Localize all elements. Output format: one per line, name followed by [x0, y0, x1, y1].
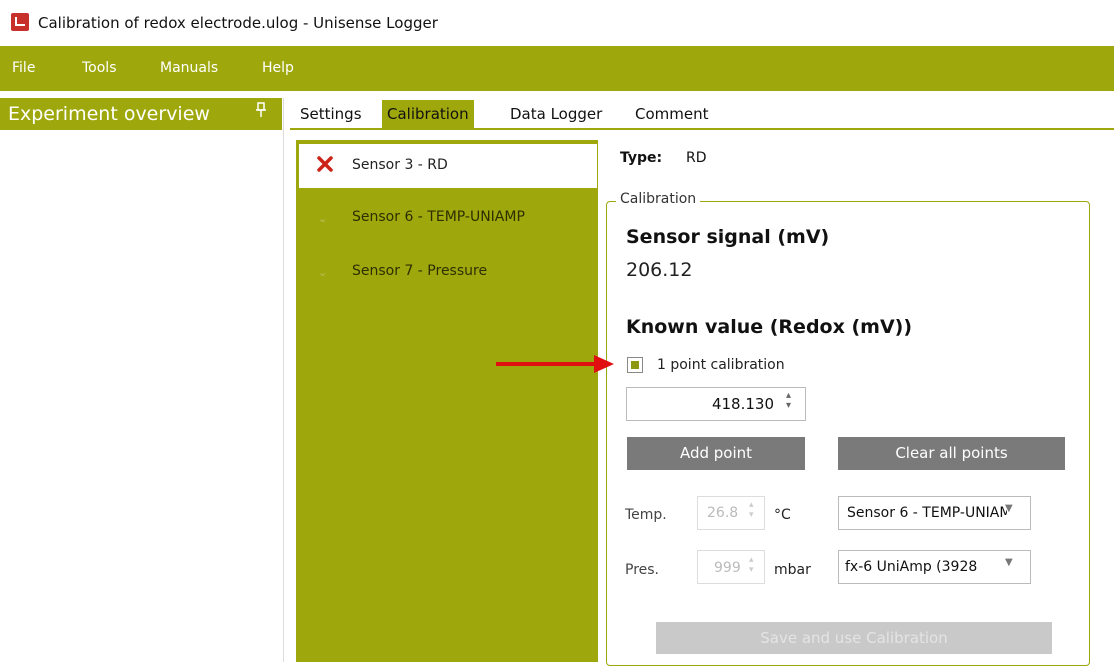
arrow-head-icon	[594, 355, 614, 373]
save-calibration-button[interactable]: Save and use Calibration	[656, 622, 1052, 654]
pres-sensor-value: fx-6 UniAmp (3928	[845, 559, 978, 575]
known-value-text: 418.130	[711, 395, 774, 413]
clear-all-points-button[interactable]: Clear all points	[838, 437, 1065, 470]
temp-label: Temp.	[625, 507, 667, 523]
chevron-down-icon: ⌄	[318, 266, 328, 279]
temp-value: 26.8	[707, 505, 739, 521]
add-point-button[interactable]: Add point	[627, 437, 805, 470]
sensor-signal-value: 206.12	[626, 259, 693, 281]
one-point-calibration-label: 1 point calibration	[657, 357, 785, 373]
sensor-signal-title: Sensor signal (mV)	[626, 226, 830, 248]
type-label: Type:	[620, 150, 663, 166]
known-value-title: Known value (Redox (mV))	[626, 316, 913, 338]
x-icon	[316, 155, 334, 176]
menu-help[interactable]: Help	[262, 60, 294, 76]
annotation-arrow	[496, 362, 596, 366]
menu-file[interactable]: File	[12, 60, 35, 76]
tab-comment[interactable]: Comment	[630, 100, 714, 128]
app-logo-icon	[11, 13, 29, 31]
spinner-icon[interactable]: ▴ ▾	[749, 500, 754, 520]
tab-underline	[290, 128, 1114, 130]
temp-unit: °C	[774, 507, 791, 523]
calibration-group-title: Calibration	[616, 191, 701, 207]
one-point-calibration-checkbox[interactable]	[627, 357, 643, 373]
window-title: Calibration of redox electrode.ulog - Un…	[38, 14, 438, 32]
pin-icon[interactable]	[255, 102, 267, 122]
sensor-item-selected[interactable]	[299, 144, 597, 188]
tab-calibration[interactable]: Calibration	[382, 100, 474, 128]
menu-manuals[interactable]: Manuals	[160, 60, 218, 76]
pres-unit: mbar	[774, 562, 811, 578]
sensor-item-label: Sensor 3 - RD	[352, 157, 448, 173]
spinner-icon[interactable]: ▴ ▾	[749, 555, 754, 575]
type-value: RD	[686, 150, 707, 166]
pres-label: Pres.	[625, 562, 660, 578]
dropdown-arrow-icon[interactable]: ▼	[1005, 503, 1013, 514]
tab-data-logger[interactable]: Data Logger	[505, 100, 607, 128]
sensor-item-label[interactable]: Sensor 7 - Pressure	[352, 263, 487, 279]
pres-value: 999	[714, 560, 741, 576]
sensor-item-label[interactable]: Sensor 6 - TEMP-UNIAMP	[352, 209, 525, 225]
experiment-overview-panel	[0, 98, 284, 662]
menu-tools[interactable]: Tools	[82, 60, 117, 76]
temp-sensor-value: Sensor 6 - TEMP-UNIAMP	[847, 505, 1007, 521]
chevron-down-icon: ⌄	[318, 212, 328, 225]
experiment-overview-title: Experiment overview	[8, 103, 210, 125]
tab-settings[interactable]: Settings	[295, 100, 367, 128]
menu-bar: File Tools Manuals Help	[0, 46, 1114, 91]
dropdown-arrow-icon[interactable]: ▼	[1005, 557, 1013, 568]
spinner-icon[interactable]: ▴ ▾	[786, 391, 791, 411]
